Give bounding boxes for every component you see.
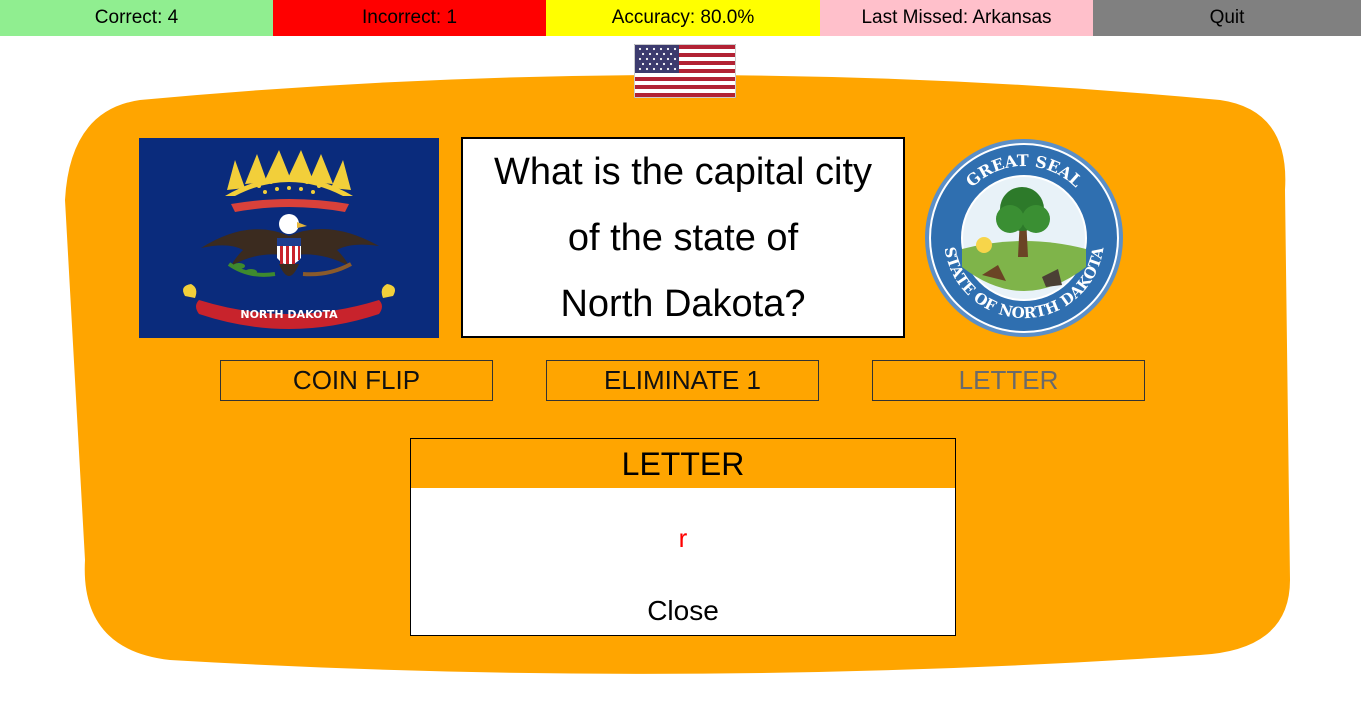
- question-line-1: What is the capital city: [493, 150, 873, 193]
- stats-bar: Correct: 4 Incorrect: 1 Accuracy: 80.0% …: [0, 0, 1361, 36]
- close-button[interactable]: Close: [411, 595, 955, 627]
- letter-button[interactable]: LETTER: [872, 360, 1145, 401]
- question-box: What is the capital city of the state of…: [461, 137, 905, 338]
- us-flag-icon: [634, 44, 736, 98]
- dialog-title: LETTER: [411, 439, 955, 488]
- quit-button[interactable]: Quit: [1093, 0, 1361, 36]
- north-dakota-seal-icon: GREAT SEAL STATE OF NORTH DAKOTA: [925, 139, 1123, 337]
- question-text: What is the capital city of the state of…: [494, 139, 872, 337]
- hint-letter: r: [678, 523, 688, 553]
- question-line-2: of the state of: [567, 216, 799, 259]
- north-dakota-flag-icon: NORTH DAKOTA: [139, 138, 439, 338]
- last-missed-display: Last Missed: Arkansas: [820, 0, 1093, 36]
- accuracy-display: Accuracy: 80.0%: [546, 0, 820, 36]
- state-flag-text: NORTH DAKOTA: [240, 308, 338, 321]
- coin-flip-button[interactable]: COIN FLIP: [220, 360, 493, 401]
- letter-hint-dialog: LETTER r Close: [410, 438, 956, 636]
- question-line-3: North Dakota?: [560, 282, 806, 325]
- correct-count: Correct: 4: [0, 0, 273, 36]
- incorrect-count: Incorrect: 1: [273, 0, 546, 36]
- eliminate-one-button[interactable]: ELIMINATE 1: [546, 360, 819, 401]
